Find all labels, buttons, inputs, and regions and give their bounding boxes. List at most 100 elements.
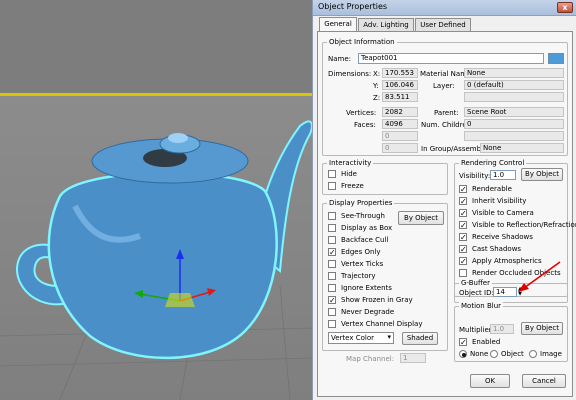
- object-name-input[interactable]: Teapot001: [358, 53, 544, 64]
- visibility-input[interactable]: 1.0: [490, 170, 516, 180]
- ignore-extents-checkbox[interactable]: [328, 284, 336, 292]
- backface-cull-label: Backface Cull: [341, 236, 389, 244]
- tab-general[interactable]: General: [319, 17, 357, 31]
- motion-blur-image-radio[interactable]: [529, 350, 537, 358]
- general-panel: Object Information Name: Teapot001 Dimen…: [317, 31, 576, 397]
- blank-value-1: 0: [382, 131, 418, 141]
- dimensions-label: Dimensions:: [328, 70, 372, 78]
- display-as-box-label: Display as Box: [341, 224, 393, 232]
- teapot-model[interactable]: [0, 96, 314, 400]
- viewport-background-top: [0, 0, 314, 93]
- dialog-titlebar[interactable]: Object Properties x: [313, 0, 576, 16]
- blank-value-2: 0: [382, 143, 418, 153]
- object-information-title: Object Information: [327, 38, 397, 46]
- visible-to-camera-checkbox[interactable]: ✓: [459, 209, 467, 218]
- tab-adv-lighting[interactable]: Adv. Lighting: [358, 18, 414, 31]
- y-label: Y:: [373, 82, 379, 90]
- cancel-button[interactable]: Cancel: [522, 374, 566, 388]
- vertex-channel-display-checkbox[interactable]: [328, 320, 336, 328]
- vertices-label: Vertices:: [346, 109, 377, 117]
- visible-to-reflection-label: Visible to Reflection/Refraction: [472, 221, 576, 229]
- see-through-checkbox[interactable]: [328, 212, 336, 220]
- parent-value: Scene Root: [464, 107, 564, 117]
- in-group-label: In Group/Assembly:: [421, 145, 489, 153]
- object-color-swatch[interactable]: [548, 53, 564, 64]
- edges-only-checkbox[interactable]: ✓: [328, 248, 336, 257]
- map-channel-value[interactable]: 1: [400, 353, 426, 363]
- gbuffer-title: G-Buffer: [459, 279, 492, 287]
- motion-blur-image-label: Image: [540, 350, 562, 358]
- interactivity-group: [322, 163, 448, 195]
- dialog-title: Object Properties: [318, 2, 388, 11]
- inherit-visibility-checkbox[interactable]: ✓: [459, 197, 467, 206]
- viewport[interactable]: [0, 0, 314, 400]
- display-by-object-button[interactable]: By Object: [398, 211, 444, 225]
- display-properties-title: Display Properties: [327, 199, 395, 207]
- trajectory-checkbox[interactable]: [328, 272, 336, 280]
- rendering-control-title: Rendering Control: [459, 159, 527, 167]
- visibility-label: Visibility:: [459, 172, 491, 180]
- motion-blur-object-radio[interactable]: [490, 350, 498, 358]
- receive-shadows-label: Receive Shadows: [472, 233, 533, 241]
- visible-to-reflection-checkbox[interactable]: ✓: [459, 221, 467, 230]
- apply-atmospherics-checkbox[interactable]: ✓: [459, 257, 467, 266]
- vertex-ticks-checkbox[interactable]: [328, 260, 336, 268]
- motion-blur-enabled-label: Enabled: [472, 338, 501, 346]
- annotation-arrow-icon: [518, 261, 561, 292]
- cast-shadows-label: Cast Shadows: [472, 245, 522, 253]
- x-label: X:: [373, 70, 381, 78]
- motion-blur-by-object-button[interactable]: By Object: [521, 322, 563, 335]
- dimension-y-value: 106.046: [382, 80, 418, 90]
- teapot-body: [47, 171, 278, 360]
- num-children-value: 0: [464, 119, 564, 129]
- ignore-extents-label: Ignore Extents: [341, 284, 392, 292]
- never-degrade-checkbox[interactable]: [328, 308, 336, 316]
- faces-label: Faces:: [354, 121, 376, 129]
- in-group-value: None: [480, 143, 564, 153]
- close-button[interactable]: x: [557, 2, 573, 13]
- multiplier-input[interactable]: 1.0: [490, 324, 514, 334]
- renderable-label: Renderable: [472, 185, 512, 193]
- dimension-z-value: 83.511: [382, 92, 418, 102]
- freeze-checkbox[interactable]: [328, 182, 336, 190]
- tab-user-defined[interactable]: User Defined: [415, 18, 471, 31]
- map-channel-label: Map Channel:: [346, 355, 395, 363]
- freeze-label: Freeze: [341, 182, 364, 190]
- ok-button[interactable]: OK: [470, 374, 510, 388]
- motion-blur-enabled-checkbox[interactable]: ✓: [459, 338, 467, 347]
- hide-checkbox[interactable]: [328, 170, 336, 178]
- motion-blur-none-radio[interactable]: [459, 350, 467, 358]
- receive-shadows-checkbox[interactable]: ✓: [459, 233, 467, 242]
- interactivity-title: Interactivity: [327, 159, 374, 167]
- inherit-visibility-label: Inherit Visibility: [472, 197, 527, 205]
- backface-cull-checkbox[interactable]: [328, 236, 336, 244]
- material-name-value: None: [464, 68, 564, 78]
- vertex-color-value: Vertex Color: [331, 334, 375, 342]
- vertex-channel-display-label: Vertex Channel Display: [341, 320, 423, 328]
- rendering-by-object-button[interactable]: By Object: [521, 168, 563, 181]
- display-as-box-checkbox[interactable]: [328, 224, 336, 232]
- name-label: Name:: [328, 55, 352, 63]
- motion-blur-object-label: Object: [501, 350, 524, 358]
- vertex-color-dropdown[interactable]: Vertex Color ▾: [328, 332, 394, 344]
- edges-only-label: Edges Only: [341, 248, 381, 256]
- shaded-button[interactable]: Shaded: [402, 332, 438, 345]
- cast-shadows-checkbox[interactable]: ✓: [459, 245, 467, 254]
- multiplier-label: Multiplier:: [459, 326, 494, 334]
- vertex-ticks-label: Vertex Ticks: [341, 260, 384, 268]
- show-frozen-gray-checkbox[interactable]: ✓: [328, 296, 336, 305]
- see-through-label: See-Through: [341, 212, 385, 220]
- chevron-down-icon: ▾: [387, 333, 391, 341]
- show-frozen-gray-label: Show Frozen in Gray: [341, 296, 413, 304]
- z-label: Z:: [373, 94, 381, 102]
- faces-value: 4096: [382, 119, 418, 129]
- layer-label: Layer:: [433, 82, 455, 90]
- vertices-value: 2082: [382, 107, 418, 117]
- visible-to-camera-label: Visible to Camera: [472, 209, 534, 217]
- object-id-label: Object ID:: [459, 289, 494, 297]
- renderable-checkbox[interactable]: ✓: [459, 185, 467, 194]
- layer-extra-field: [464, 92, 564, 102]
- render-occluded-checkbox[interactable]: [459, 269, 467, 277]
- layer-value: 0 (default): [464, 80, 564, 90]
- dimension-x-value: 170.553: [382, 68, 418, 78]
